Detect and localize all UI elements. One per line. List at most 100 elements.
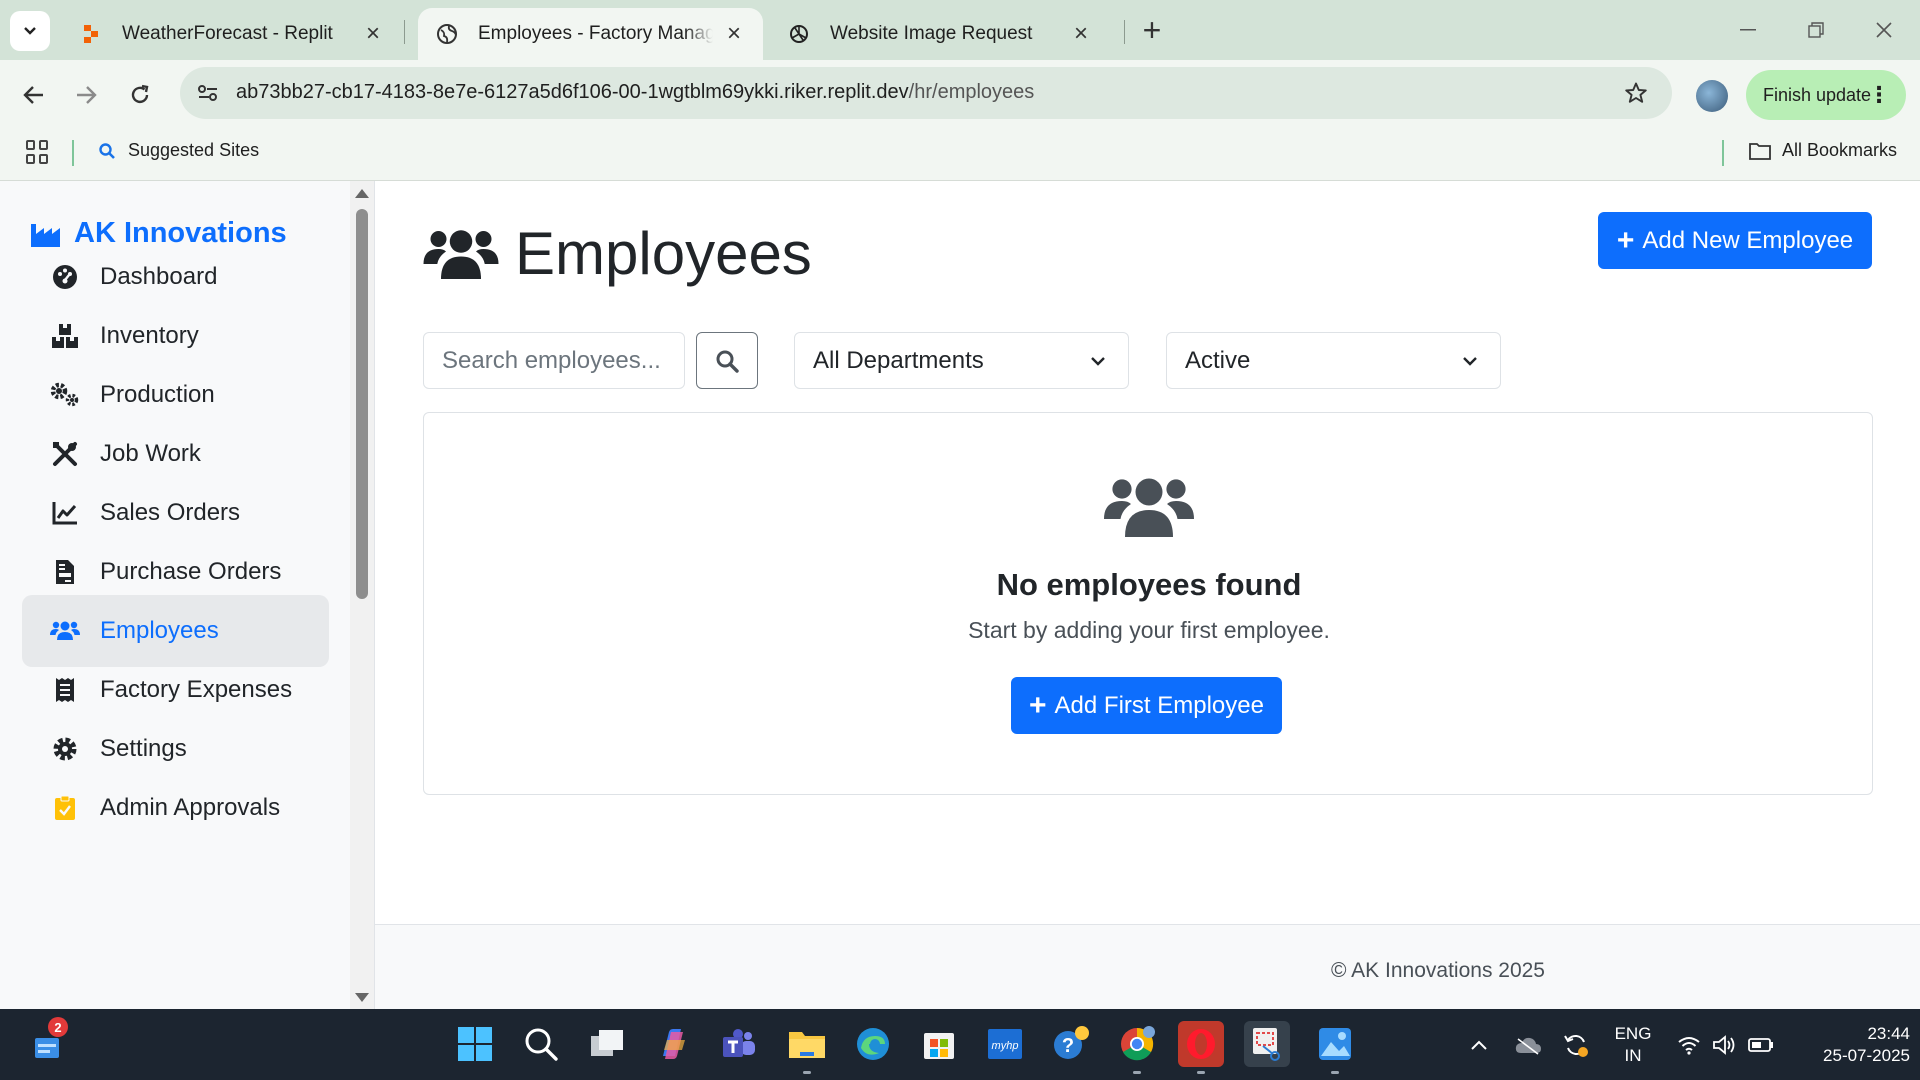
address-bar[interactable]: ab73bb27-cb17-4183-8e7e-6127a5d6f106-00-… xyxy=(180,67,1672,119)
finish-update-button[interactable]: Finish update ⋮ xyxy=(1746,70,1906,120)
chevron-down-icon xyxy=(24,27,36,35)
status-select[interactable]: Active xyxy=(1166,332,1501,389)
reload-button[interactable] xyxy=(122,77,158,113)
url-host: ab73bb27-cb17-4183-8e7e-6127a5d6f106-00-… xyxy=(236,81,909,103)
onedrive-icon[interactable] xyxy=(1508,1009,1548,1080)
main-content: Employees + Add New Employee Search empl… xyxy=(375,181,1920,1009)
close-tab-icon[interactable]: × xyxy=(362,20,384,47)
search-icon xyxy=(525,1028,558,1061)
taskbar: 2 myhp ? ENG IN 23:44 25-07-2025 xyxy=(0,1009,1920,1080)
profile-avatar[interactable] xyxy=(1696,80,1728,112)
all-bookmarks-label: All Bookmarks xyxy=(1782,140,1898,160)
browser-tab-bar: WeatherForecast - Replit × Employees - F… xyxy=(0,0,1920,60)
forward-button[interactable] xyxy=(68,77,104,113)
status-select-value: Active xyxy=(1185,346,1251,374)
search-icon xyxy=(99,142,115,159)
file-explorer-icon[interactable] xyxy=(784,1021,830,1074)
sidebar-item-admin-approvals[interactable]: Admin Approvals xyxy=(22,772,329,844)
snipping-tool-icon[interactable] xyxy=(1244,1021,1290,1067)
all-bookmarks-link[interactable]: All Bookmarks xyxy=(1748,140,1897,161)
scroll-up-arrow-icon[interactable] xyxy=(355,189,369,198)
wifi-icon[interactable] xyxy=(1672,1009,1706,1080)
page-title-text: Employees xyxy=(515,220,812,287)
more-vert-icon[interactable]: ⋮ xyxy=(1868,83,1890,107)
start-button[interactable] xyxy=(452,1021,498,1067)
minimize-icon xyxy=(1740,29,1756,31)
department-select-value: All Departments xyxy=(813,346,984,374)
suggested-sites-label: Suggested Sites xyxy=(128,140,260,160)
get-help-icon[interactable]: ? xyxy=(1048,1021,1094,1067)
tab-title: Employees - Factory Manageme xyxy=(478,23,713,44)
arrow-right-icon xyxy=(77,86,97,104)
users-icon xyxy=(423,224,499,284)
clock-time: 23:44 xyxy=(1867,1023,1910,1043)
chrome-icon[interactable] xyxy=(1114,1021,1160,1074)
folder-icon xyxy=(1749,142,1771,160)
clock[interactable]: 23:44 25-07-2025 xyxy=(1786,1009,1910,1080)
region-code: IN xyxy=(1624,1045,1642,1065)
sidebar-item-label: Settings xyxy=(100,735,187,762)
search-placeholder: Search employees... xyxy=(442,346,661,374)
new-tab-button[interactable]: + xyxy=(1136,12,1168,48)
sidebar-item-label: Inventory xyxy=(100,322,199,349)
sidebar: AK Innovations Dashboard Inventory Produ… xyxy=(0,181,350,1009)
tab-weatherforecast[interactable]: WeatherForecast - Replit × xyxy=(62,8,402,60)
boxes-icon xyxy=(50,321,80,351)
users-icon xyxy=(1104,471,1194,548)
reload-icon xyxy=(131,84,149,104)
back-button[interactable] xyxy=(16,77,52,113)
arrow-left-icon xyxy=(23,86,43,104)
finish-update-label: Finish update xyxy=(1763,84,1872,105)
suggested-sites-link[interactable]: Suggested Sites xyxy=(98,140,259,161)
close-tab-icon[interactable]: × xyxy=(723,20,745,47)
add-new-employee-button[interactable]: + Add New Employee xyxy=(1598,212,1872,269)
file-invoice-icon xyxy=(50,557,80,587)
volume-icon[interactable] xyxy=(1708,1009,1742,1080)
openai-icon xyxy=(788,23,810,45)
photos-icon[interactable] xyxy=(1312,1021,1358,1074)
sync-icon[interactable] xyxy=(1556,1009,1596,1080)
svg-text:?: ? xyxy=(1062,1035,1074,1057)
site-info-icon[interactable] xyxy=(194,79,222,107)
myhp-icon[interactable]: myhp xyxy=(982,1021,1028,1067)
bookmarks-bar: Suggested Sites All Bookmarks xyxy=(0,128,1920,181)
sidebar-scrollbar[interactable] xyxy=(350,181,374,1009)
search-button[interactable] xyxy=(696,332,758,389)
tab-separator xyxy=(404,20,405,44)
language-code: ENG xyxy=(1614,1023,1652,1043)
microsoft-store-icon[interactable] xyxy=(916,1021,962,1067)
chevron-down-icon xyxy=(1463,357,1477,366)
add-first-employee-button[interactable]: + Add First Employee xyxy=(1011,677,1282,734)
tab-employees[interactable]: Employees - Factory Manageme × xyxy=(418,8,763,60)
scroll-down-arrow-icon[interactable] xyxy=(355,993,369,1002)
teams-icon[interactable] xyxy=(716,1021,762,1067)
battery-icon[interactable] xyxy=(1744,1009,1778,1080)
plus-icon: + xyxy=(1616,223,1635,257)
close-tab-icon[interactable]: × xyxy=(1070,20,1092,47)
tab-separator xyxy=(1124,20,1125,44)
bookmark-star-icon[interactable] xyxy=(1622,79,1650,107)
edge-icon[interactable] xyxy=(850,1021,896,1067)
scrollbar-thumb[interactable] xyxy=(356,209,368,599)
input-language-indicator[interactable]: ENG IN xyxy=(1602,1009,1664,1080)
tab-search-button[interactable] xyxy=(10,11,50,51)
tab-website-image-request[interactable]: Website Image Request × xyxy=(770,8,1110,60)
footer-copyright: © AK Innovations 2025 xyxy=(1331,959,1545,982)
show-hidden-icons-button[interactable] xyxy=(1460,1009,1498,1080)
copilot-icon[interactable] xyxy=(650,1021,696,1067)
opera-icon[interactable] xyxy=(1178,1021,1224,1074)
search-taskbar-button[interactable] xyxy=(518,1021,564,1067)
page-title: Employees xyxy=(423,219,812,288)
widgets-icon[interactable]: 2 xyxy=(24,1017,70,1067)
apps-grid-icon[interactable] xyxy=(26,140,50,164)
browser-toolbar: ab73bb27-cb17-4183-8e7e-6127a5d6f106-00-… xyxy=(0,60,1920,128)
bookmark-separator xyxy=(1722,140,1724,166)
chevron-down-icon xyxy=(1091,357,1105,366)
search-input[interactable]: Search employees... xyxy=(423,332,685,389)
department-select[interactable]: All Departments xyxy=(794,332,1129,389)
minimize-button[interactable] xyxy=(1726,10,1770,50)
sidebar-item-label: Admin Approvals xyxy=(100,794,281,821)
close-window-button[interactable] xyxy=(1862,10,1906,50)
restore-button[interactable] xyxy=(1794,10,1838,50)
task-view-icon[interactable] xyxy=(584,1021,630,1067)
